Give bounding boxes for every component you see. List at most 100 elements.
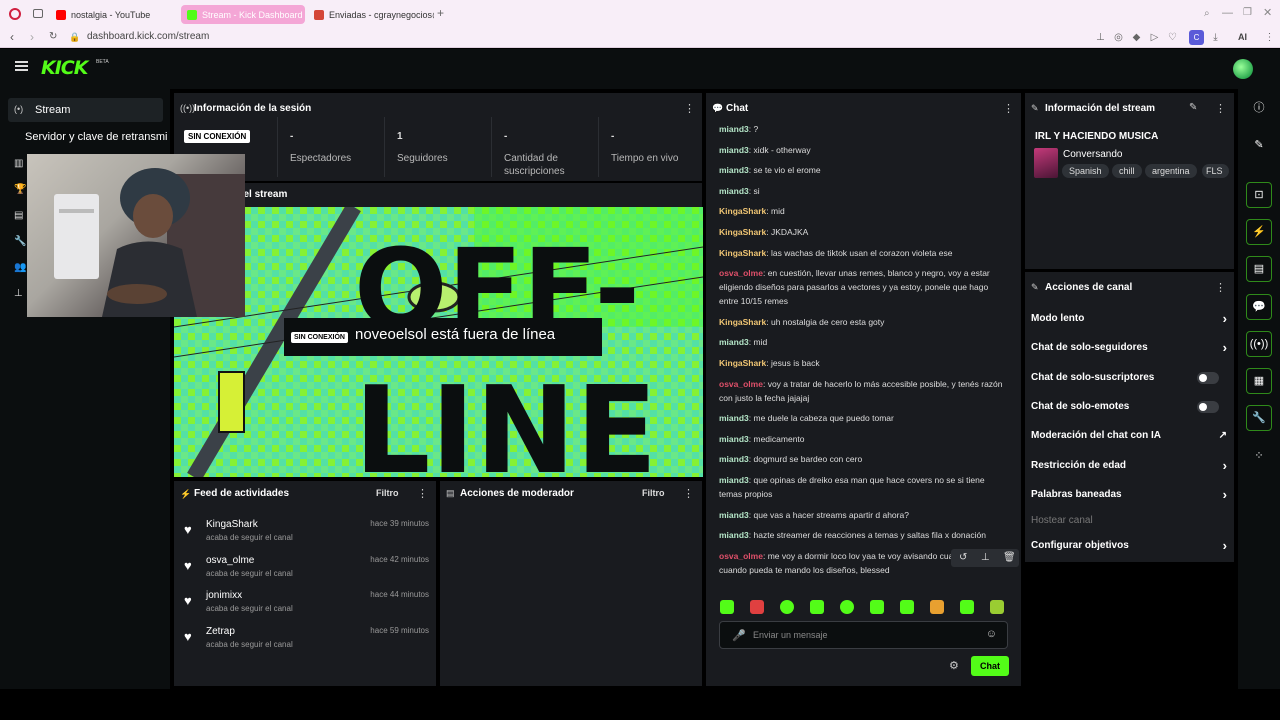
send-chat-button[interactable]: Chat [971,656,1009,676]
action-followers-only[interactable]: Chat de solo-seguidores › [1031,340,1227,358]
tab-kick-dashboard[interactable]: Stream - Kick Dashboard [181,5,305,24]
kebab-menu-icon[interactable]: ⋮ [417,487,428,500]
action-banned-words[interactable]: Palabras baneadas › [1031,487,1227,505]
pencil-icon[interactable]: ✎ [1246,133,1272,159]
hamburger-menu-icon[interactable] [15,61,28,71]
chat-username[interactable]: miand3 [719,475,749,485]
kebab-menu-icon[interactable]: ⋮ [1003,102,1014,115]
close-icon[interactable]: ✕ [1263,6,1272,19]
chat-username[interactable]: miand3 [719,454,749,464]
menu-dots-icon[interactable]: ⋮ [1264,32,1275,43]
reply-icon[interactable]: ↺ [959,552,967,563]
chat-username[interactable]: KingaShark [719,358,766,368]
chat-bubble-icon[interactable]: 💬 [1246,294,1272,320]
chat-input[interactable]: 🎤 Enviar un mensaje ☺ [719,621,1008,649]
server-icon[interactable]: ▦ [1246,368,1272,394]
emote-icon[interactable] [960,600,974,614]
apps-icon[interactable]: ⁘ [1246,444,1272,470]
forward-icon[interactable]: › [30,30,34,44]
search-tabs-icon[interactable]: ⌕ [1204,8,1210,19]
chat-username[interactable]: osva_olme [719,268,763,278]
feed-user[interactable]: osva_olme [206,555,254,566]
maximize-icon[interactable]: ❐ [1243,7,1252,18]
emote-icon[interactable] [810,600,824,614]
kebab-menu-icon[interactable]: ⋮ [683,487,694,500]
pin-icon[interactable]: ⊥ [1095,32,1106,43]
kick-logo[interactable]: KICK [41,57,88,79]
clip-icon[interactable]: ⊡ [1246,182,1272,208]
shield-icon[interactable]: ◆ [1131,32,1142,43]
new-tab-plus-icon[interactable]: + [437,7,449,19]
sidebar-item-server-key[interactable]: Servidor y clave de retransmi [25,131,167,143]
chat-username[interactable]: KingaShark [719,227,766,237]
chat-username[interactable]: osva_olme [719,379,763,389]
filter-button[interactable]: Filtro [376,488,399,498]
trash-icon[interactable]: 🗑 [1003,552,1016,563]
url-field[interactable]: dashboard.kick.com/stream [87,31,209,42]
chat-username[interactable]: KingaShark [719,317,766,327]
broadcast-icon[interactable]: ((•)) [1246,331,1272,357]
feed-user[interactable]: Zetrap [206,626,235,637]
chat-username[interactable]: miand3 [719,510,749,520]
action-age-restriction[interactable]: Restricción de edad › [1031,458,1227,476]
kebab-menu-icon[interactable]: ⋮ [1215,281,1226,294]
pin-icon[interactable]: ⊥ [981,552,990,563]
action-goals[interactable]: Configurar objetivos › [1031,538,1227,556]
minimize-icon[interactable]: — [1222,7,1233,19]
edit-icon[interactable]: ✎ [1189,102,1197,113]
chat-username[interactable]: miand3 [719,124,749,134]
emote-icon[interactable] [840,600,854,614]
tab-islands-icon[interactable] [33,9,43,18]
emotes-only-toggle[interactable] [1197,401,1219,413]
chat-username[interactable]: miand3 [719,434,749,444]
users-icon[interactable]: 👥 [14,262,26,273]
emote-icon[interactable] [930,600,944,614]
chat-username[interactable]: osva_olme [719,551,763,561]
chat-username[interactable]: miand3 [719,145,749,155]
wrench-icon[interactable]: 🔧 [14,236,26,247]
chat-username[interactable]: KingaShark [719,206,766,216]
bolt-icon[interactable]: ⚡ [1246,219,1272,245]
sidebar-item-stream[interactable]: (•) Stream [8,98,163,122]
chart-icon[interactable]: ▥ [14,158,25,169]
feed-user[interactable]: jonimixx [206,590,242,601]
feed-user[interactable]: KingaShark [206,519,258,530]
emote-icon[interactable] [750,600,764,614]
microphone-icon[interactable]: 🎤 [732,629,746,642]
profile-badge[interactable]: C [1189,30,1204,45]
subscribers-only-toggle[interactable] [1197,372,1219,384]
chat-username[interactable]: miand3 [719,530,749,540]
action-slow-mode[interactable]: Modo lento › [1031,311,1227,329]
chat-username[interactable]: miand3 [719,337,749,347]
back-icon[interactable]: ‹ [10,30,14,44]
reload-icon[interactable]: ↻ [49,31,57,42]
chat-username[interactable]: KingaShark [719,248,766,258]
gear-icon[interactable]: ⚙ [949,659,959,672]
play-icon[interactable]: ▷ [1149,32,1160,43]
download-icon[interactable]: ⤓ [1210,32,1221,43]
kebab-menu-icon[interactable]: ⋮ [1215,102,1226,115]
chat-username[interactable]: miand3 [719,186,749,196]
emote-icon[interactable] [870,600,884,614]
opera-logo-icon[interactable] [9,8,21,20]
tab-gmail[interactable]: Enviadas - cgraynegocios@ [308,5,434,24]
trophy-icon[interactable]: 🏆 [14,184,26,195]
wrench-icon[interactable]: 🔧 [1246,405,1272,431]
info-icon[interactable]: ⓘ [1246,96,1272,122]
action-ai-moderation[interactable]: Moderación del chat con IA ↗ [1031,430,1227,446]
emote-icon[interactable] [780,600,794,614]
user-avatar[interactable] [1233,59,1253,79]
document-icon[interactable]: ▤ [1246,256,1272,282]
dashboard-icon[interactable]: ⊥ [14,288,25,299]
tab-youtube[interactable]: nostalgia - YouTube [50,5,174,24]
filter-button[interactable]: Filtro [642,488,665,498]
kebab-menu-icon[interactable]: ⋮ [684,102,695,115]
chat-username[interactable]: miand3 [719,165,749,175]
chat-username[interactable]: miand3 [719,413,749,423]
emoji-icon[interactable]: ☺ [986,628,997,640]
emote-icon[interactable] [900,600,914,614]
heart-icon[interactable]: ♡ [1167,32,1178,43]
ai-button[interactable]: AI [1238,32,1247,42]
emote-icon[interactable] [720,600,734,614]
camera-icon[interactable]: ◎ [1113,32,1124,43]
